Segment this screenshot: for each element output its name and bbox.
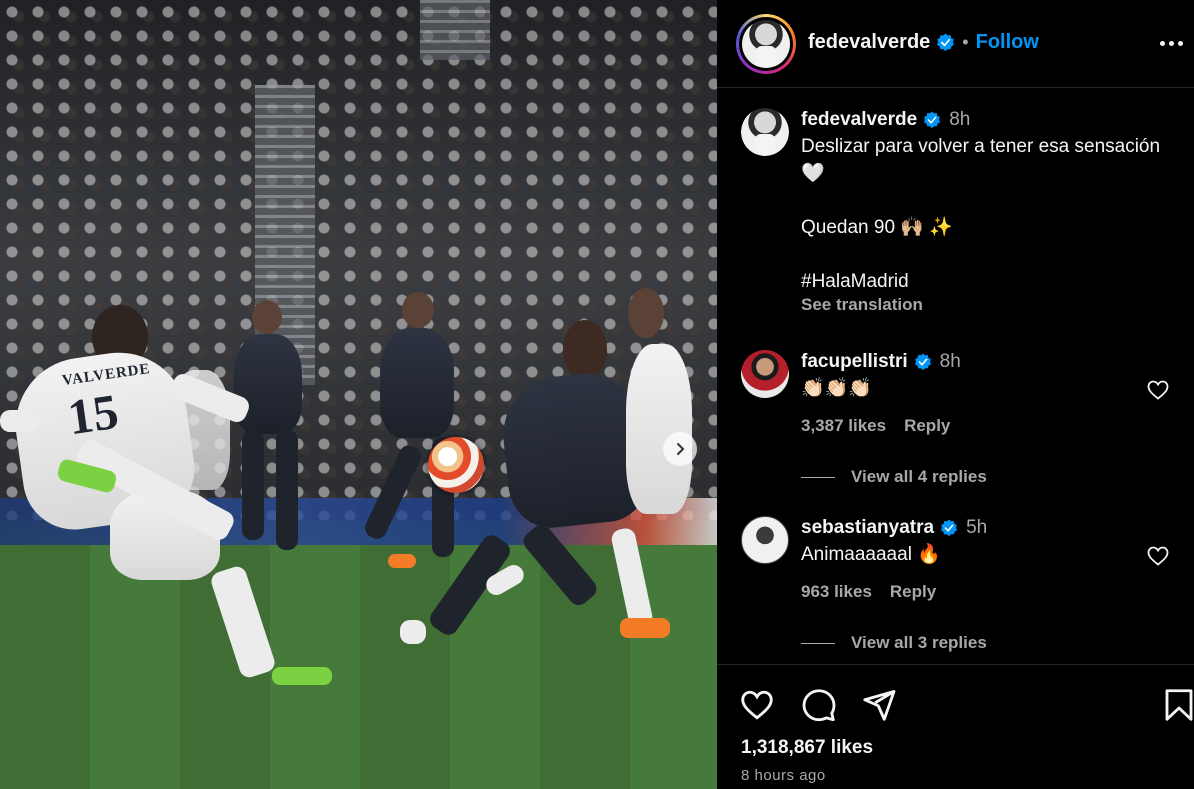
view-replies-button[interactable]: View all 3 replies [801,633,987,653]
player-white-right [600,288,700,648]
comment-time: 5h [966,517,988,538]
chevron-right-icon [677,443,685,455]
view-replies-label: View all 4 replies [851,467,987,486]
caption-line-1: Deslizar para volver a tener esa sensaci… [801,136,1166,184]
see-translation-button[interactable]: See translation [801,295,1174,315]
comment-username[interactable]: sebastianyatra [801,514,934,541]
reply-button[interactable]: Reply [890,582,936,602]
comment-avatar[interactable] [741,516,789,564]
comment-likes[interactable]: 963 likes [801,582,872,602]
caption-hashtag[interactable]: #HalaMadrid [801,268,1174,295]
comment-username[interactable]: facupellistri [801,348,908,375]
caption-username[interactable]: fedevalverde [801,106,917,133]
author-username[interactable]: fedevalverde [808,31,930,54]
likes-count[interactable]: 1,318,867 likes [741,737,873,759]
comment-time: 8h [939,351,961,372]
comment-text: 👏🏻👏🏻👏🏻 [801,378,872,399]
verified-icon [937,33,955,52]
bookmark-icon[interactable] [1161,687,1194,723]
caption-line-2: Quedan 90 🙌🏼 ✨ [801,217,953,238]
post-side-panel: fedevalverde • Follow fedevalverde 8h De… [717,0,1194,789]
verified-icon [940,518,958,536]
verified-icon [924,110,941,128]
verified-icon [914,352,931,370]
heart-icon[interactable] [1146,544,1170,568]
share-icon[interactable] [861,687,897,723]
post-actions: 1,318,867 likes 8 hours ago [717,664,1194,789]
heart-icon[interactable] [1146,378,1170,402]
author-info: fedevalverde • Follow [808,31,1039,54]
heart-icon[interactable] [739,687,775,723]
separator-dot: • [962,32,969,52]
caption-avatar[interactable] [741,108,789,156]
post-header: fedevalverde • Follow [717,0,1194,88]
post-photo[interactable]: VALVERDE 15 [0,0,717,789]
next-slide-button[interactable] [663,432,697,466]
player-valverde: VALVERDE 15 [0,305,340,695]
author-avatar[interactable] [736,14,796,74]
more-options-button[interactable] [1156,30,1186,56]
reply-button[interactable]: Reply [904,416,950,436]
comment-icon[interactable] [801,687,837,723]
caption-time: 8h [949,109,971,130]
comment-text: Animaaaaaal 🔥 [801,544,941,565]
stadium-stairs-top [420,0,490,60]
comment-avatar[interactable] [741,350,789,398]
football [428,437,484,493]
view-replies-button[interactable]: View all 4 replies [801,467,987,487]
more-icon [1159,40,1165,46]
post-time-ago: 8 hours ago [741,767,826,784]
shirt-number: 15 [64,382,122,446]
comments-section[interactable]: fedevalverde 8h Deslizar para volver a t… [717,88,1194,664]
comment-likes[interactable]: 3,387 likes [801,416,886,436]
view-replies-label: View all 3 replies [851,633,987,652]
follow-button[interactable]: Follow [976,31,1039,54]
